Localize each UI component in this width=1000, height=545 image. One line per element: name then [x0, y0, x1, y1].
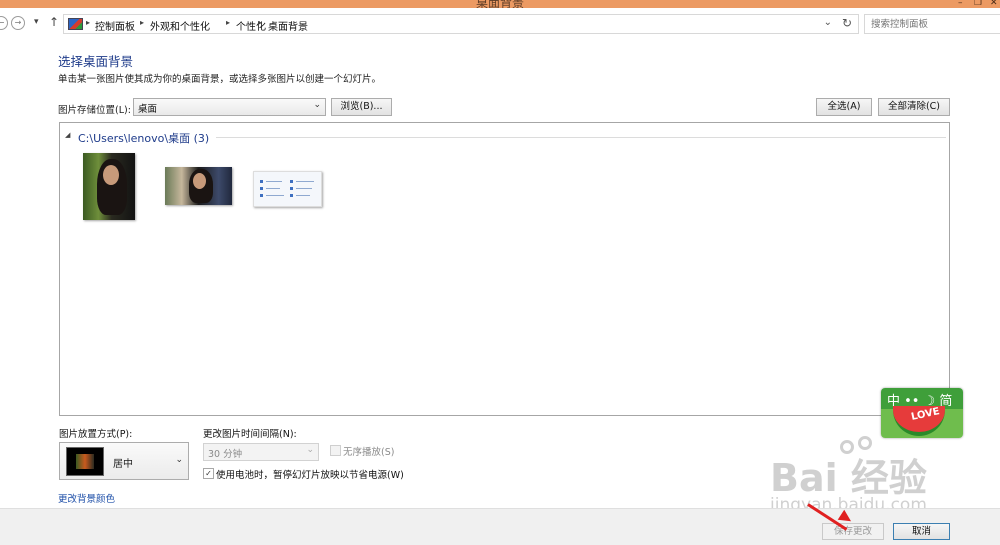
thumbnail-screenshot[interactable]: [253, 171, 322, 207]
up-icon[interactable]: ↑: [49, 15, 59, 29]
page-title: 选择桌面背景: [58, 54, 134, 69]
thumbnail-portrait[interactable]: [83, 153, 135, 220]
breadcrumb-appearance[interactable]: 外观和个性化: [150, 18, 210, 33]
cancel-button[interactable]: 取消: [893, 523, 950, 540]
address-dropdown-icon[interactable]: ⌄: [824, 17, 832, 28]
watermark-brand: Bai 经验: [770, 456, 927, 500]
battery-checkbox[interactable]: ✓: [203, 468, 214, 479]
group-header[interactable]: ◢ C:\Users\lenovo\桌面 (3): [64, 130, 946, 145]
icon-dot: [290, 187, 293, 190]
address-bar[interactable]: ▸ 控制面板 ▸ 外观和个性化 ▸ 个性化 ▸ 桌面背景 ⌄ ↻: [63, 14, 859, 34]
select-all-button[interactable]: 全选(A): [816, 98, 872, 116]
battery-label: 使用电池时，暂停幻灯片放映以节省电源(W): [216, 470, 404, 481]
shuffle-label: 无序播放(S): [343, 447, 395, 458]
window-title: 桌面背景: [475, 0, 524, 8]
forward-button[interactable]: →: [11, 16, 25, 30]
icon-dot: [260, 187, 263, 190]
group-divider: [216, 137, 946, 138]
face-shape: [193, 173, 206, 189]
breadcrumb-control-panel[interactable]: 控制面板: [95, 18, 135, 33]
icon-dot: [290, 194, 293, 197]
position-preview: [66, 447, 104, 476]
chevron-down-icon: ⌄: [306, 445, 314, 455]
title-bar: 桌面背景 – ❐ ✕: [0, 0, 1000, 8]
separator-icon[interactable]: ▸: [226, 18, 230, 27]
search-box[interactable]: [864, 14, 1000, 34]
recent-locations-icon[interactable]: ▾: [34, 17, 39, 27]
interval-value: 30 分钟: [208, 449, 243, 460]
text-line: [266, 195, 284, 196]
picture-list[interactable]: ◢ C:\Users\lenovo\桌面 (3): [59, 122, 950, 416]
shuffle-checkbox[interactable]: [330, 445, 341, 456]
icon-dot: [290, 180, 293, 183]
location-label: 图片存储位置(L):: [58, 105, 131, 116]
collapse-icon[interactable]: ◢: [65, 131, 70, 139]
text-line: [266, 181, 282, 182]
navigation-bar: ← → ▾ ↑ ▸ 控制面板 ▸ 外观和个性化 ▸ 个性化 ▸ 桌面背景 ⌄ ↻: [0, 8, 1000, 38]
refresh-icon[interactable]: ↻: [842, 16, 852, 30]
chevron-down-icon: ⌄: [175, 455, 183, 465]
back-button[interactable]: ←: [0, 16, 8, 30]
chevron-down-icon: ⌄: [313, 100, 321, 110]
group-title: C:\Users\lenovo\桌面 (3): [78, 132, 210, 145]
breadcrumb-desktop-background[interactable]: 桌面背景: [268, 18, 308, 33]
position-select[interactable]: 居中 ⌄: [59, 442, 189, 480]
minimize-icon[interactable]: –: [958, 0, 963, 8]
restore-icon[interactable]: ❐: [974, 0, 982, 8]
save-button[interactable]: 保存更改: [822, 523, 884, 540]
position-label: 图片放置方式(P):: [59, 429, 133, 440]
control-panel-icon: [68, 18, 83, 30]
change-background-color-link[interactable]: 更改背景颜色: [58, 491, 115, 505]
preview-image: [76, 454, 94, 469]
separator-icon[interactable]: ▸: [258, 18, 262, 27]
text-line: [296, 188, 312, 189]
separator-icon[interactable]: ▸: [140, 18, 144, 27]
text-line: [296, 195, 310, 196]
location-select[interactable]: 桌面 ⌄: [133, 98, 326, 116]
close-icon[interactable]: ✕: [990, 0, 998, 8]
icon-dot: [260, 180, 263, 183]
separator-icon[interactable]: ▸: [86, 18, 90, 27]
clear-all-button[interactable]: 全部清除(C): [878, 98, 950, 116]
thumbnail-landscape[interactable]: [165, 167, 232, 205]
page-subtitle: 单击某一张图片使其成为你的桌面背景，或选择多张图片以创建一个幻灯片。: [58, 74, 382, 85]
text-line: [296, 181, 314, 182]
position-value: 居中: [113, 459, 133, 470]
icon-dot: [260, 194, 263, 197]
ime-toolbar[interactable]: 中 •• ☽ 简 LOVE: [881, 388, 963, 438]
browse-button[interactable]: 浏览(B)...: [331, 98, 392, 116]
text-line: [266, 188, 280, 189]
face-shape: [103, 165, 119, 185]
interval-select[interactable]: 30 分钟 ⌄: [203, 443, 319, 461]
search-input[interactable]: [865, 15, 997, 33]
interval-label: 更改图片时间间隔(N):: [203, 429, 297, 440]
location-value: 桌面: [138, 104, 158, 115]
